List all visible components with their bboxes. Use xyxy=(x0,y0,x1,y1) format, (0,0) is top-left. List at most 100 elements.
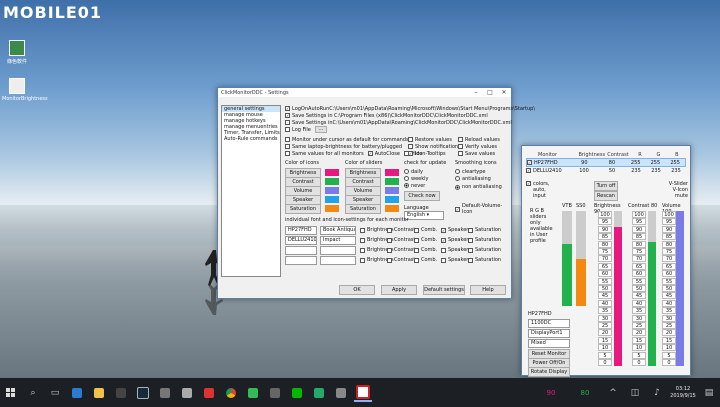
scale-step[interactable]: 0 xyxy=(632,359,646,366)
update-weekly-radio[interactable] xyxy=(404,176,409,181)
option-checkbox[interactable] xyxy=(387,237,392,243)
scale-step[interactable]: 25 xyxy=(598,322,612,329)
save-settings-appdata-checkbox[interactable] xyxy=(285,120,290,125)
app-icon[interactable] xyxy=(244,384,262,402)
scale-step[interactable]: 30 xyxy=(598,314,612,322)
scale-step[interactable]: 60 xyxy=(662,270,676,278)
volume-icon[interactable]: ♪ xyxy=(648,384,666,402)
scale-step[interactable]: 80 xyxy=(662,240,676,248)
monitor-row[interactable]: DELLU2410 100 50 235 235 235 xyxy=(526,167,686,174)
scale-step[interactable]: 15 xyxy=(662,336,676,344)
scale-step[interactable]: 20 xyxy=(662,329,676,337)
same-laptop-brightness-checkbox[interactable] xyxy=(285,144,290,149)
scale-step[interactable]: 100 xyxy=(598,211,612,218)
rotate-display-button[interactable]: Rotate Display xyxy=(528,367,570,377)
smoothing-antialiasing-radio[interactable] xyxy=(455,176,460,181)
scale-step[interactable]: 5 xyxy=(662,351,676,359)
scale-step[interactable]: 10 xyxy=(632,344,646,352)
scale-step[interactable]: 80 xyxy=(598,240,612,248)
edge-icon[interactable] xyxy=(68,384,86,402)
network-icon[interactable]: ◫ xyxy=(626,384,644,402)
scale-step[interactable]: 20 xyxy=(598,329,612,337)
slider-volume-swatch[interactable] xyxy=(385,187,399,194)
scale-step[interactable]: 70 xyxy=(598,255,612,263)
option-checkbox[interactable] xyxy=(414,257,419,263)
slider-contrast-swatch[interactable] xyxy=(385,178,399,185)
scale-step[interactable]: 95 xyxy=(632,218,646,226)
smoothing-cleartype-radio[interactable] xyxy=(455,169,460,174)
option-checkbox[interactable] xyxy=(468,257,473,263)
monitor-checkbox[interactable] xyxy=(526,168,531,173)
same-values-all-monitors-checkbox[interactable] xyxy=(285,151,290,156)
slider-saturation-button[interactable]: Saturation xyxy=(345,203,381,214)
monitor-name-field[interactable]: DELLU2410 xyxy=(285,235,317,245)
scale-step[interactable]: 10 xyxy=(598,344,612,352)
scale-step[interactable]: 10 xyxy=(662,344,676,352)
update-daily-radio[interactable] xyxy=(404,169,409,174)
scale-step[interactable]: 75 xyxy=(598,248,612,255)
check-now-button[interactable]: Check now xyxy=(404,191,440,201)
colors-checkbox[interactable] xyxy=(526,181,531,186)
icon-contrast-swatch[interactable] xyxy=(325,178,339,185)
clock[interactable]: 03:12 2019/9/15 xyxy=(668,386,698,400)
colors-auto-input-toggle[interactable]: colors, auto, input xyxy=(526,181,556,199)
option-checkbox[interactable] xyxy=(441,227,446,233)
contrast-slider[interactable] xyxy=(648,211,656,366)
scale-step[interactable]: 95 xyxy=(662,218,676,226)
icon-saturation-swatch[interactable] xyxy=(325,205,339,212)
app-icon[interactable] xyxy=(266,384,284,402)
scale-step[interactable]: 35 xyxy=(662,307,676,315)
update-never-radio[interactable] xyxy=(404,183,409,188)
scale-step[interactable]: 30 xyxy=(662,314,676,322)
icon-speaker-swatch[interactable] xyxy=(325,196,339,203)
turn-off-button[interactable]: Turn off xyxy=(594,181,618,191)
app-icon[interactable] xyxy=(178,384,196,402)
scale-step[interactable]: 0 xyxy=(598,359,612,366)
scale-step[interactable]: 85 xyxy=(662,233,676,241)
scale-step[interactable]: 95 xyxy=(598,218,612,226)
scale-step[interactable]: 100 xyxy=(632,211,646,218)
monitor-name-field[interactable] xyxy=(285,255,317,265)
vtb-slider[interactable] xyxy=(562,211,572,306)
scale-step[interactable]: 50 xyxy=(632,285,646,292)
scale-step[interactable]: 25 xyxy=(632,322,646,329)
verify-values-checkbox[interactable] xyxy=(458,144,463,149)
scale-step[interactable]: 75 xyxy=(662,248,676,255)
task-view-icon[interactable]: ▭ xyxy=(46,384,64,402)
icon-volume-swatch[interactable] xyxy=(325,187,339,194)
desktop-icon-green-software[interactable]: 綠色軟件 xyxy=(2,40,32,65)
tray-chevron-icon[interactable]: ^ xyxy=(604,384,622,402)
scale-step[interactable]: 0 xyxy=(662,359,676,366)
scale-step[interactable]: 90 xyxy=(598,225,612,233)
monitor-under-cursor-checkbox[interactable] xyxy=(285,137,290,142)
scale-step[interactable]: 60 xyxy=(632,270,646,278)
icon-saturation-button[interactable]: Saturation xyxy=(285,203,321,214)
monitor-app-icon[interactable] xyxy=(354,384,372,402)
option-checkbox[interactable] xyxy=(468,247,473,253)
scale-step[interactable]: 40 xyxy=(662,299,676,307)
input-select[interactable]: DisplayPort1 xyxy=(528,329,570,338)
monitor-name-field[interactable]: HP27FHD xyxy=(285,225,317,235)
ok-button[interactable]: OK xyxy=(339,285,375,295)
maximize-icon[interactable]: □ xyxy=(483,89,497,96)
scale-step[interactable]: 75 xyxy=(632,248,646,255)
folder-icon[interactable] xyxy=(90,384,108,402)
scale-step[interactable]: 5 xyxy=(598,351,612,359)
option-checkbox[interactable] xyxy=(441,257,446,263)
brightness-slider[interactable] xyxy=(614,211,622,366)
desktop-icon-monitor-brightness[interactable]: MonitorBrightness xyxy=(2,78,48,102)
restore-values-checkbox[interactable] xyxy=(408,137,413,142)
font-select[interactable]: Book Antiqua xyxy=(320,225,356,235)
line-icon[interactable] xyxy=(288,384,306,402)
scale-step[interactable]: 80 xyxy=(632,240,646,248)
font-select[interactable] xyxy=(320,255,356,265)
close-icon[interactable]: ✕ xyxy=(497,89,511,96)
volume-slider[interactable] xyxy=(676,211,684,366)
scale-step[interactable]: 40 xyxy=(632,299,646,307)
slider-speaker-swatch[interactable] xyxy=(385,196,399,203)
store-icon[interactable] xyxy=(112,384,130,402)
app-icon[interactable] xyxy=(200,384,218,402)
help-button[interactable]: Help xyxy=(470,285,506,295)
scale-step[interactable]: 55 xyxy=(632,277,646,285)
scale-step[interactable]: 100 xyxy=(662,211,676,218)
